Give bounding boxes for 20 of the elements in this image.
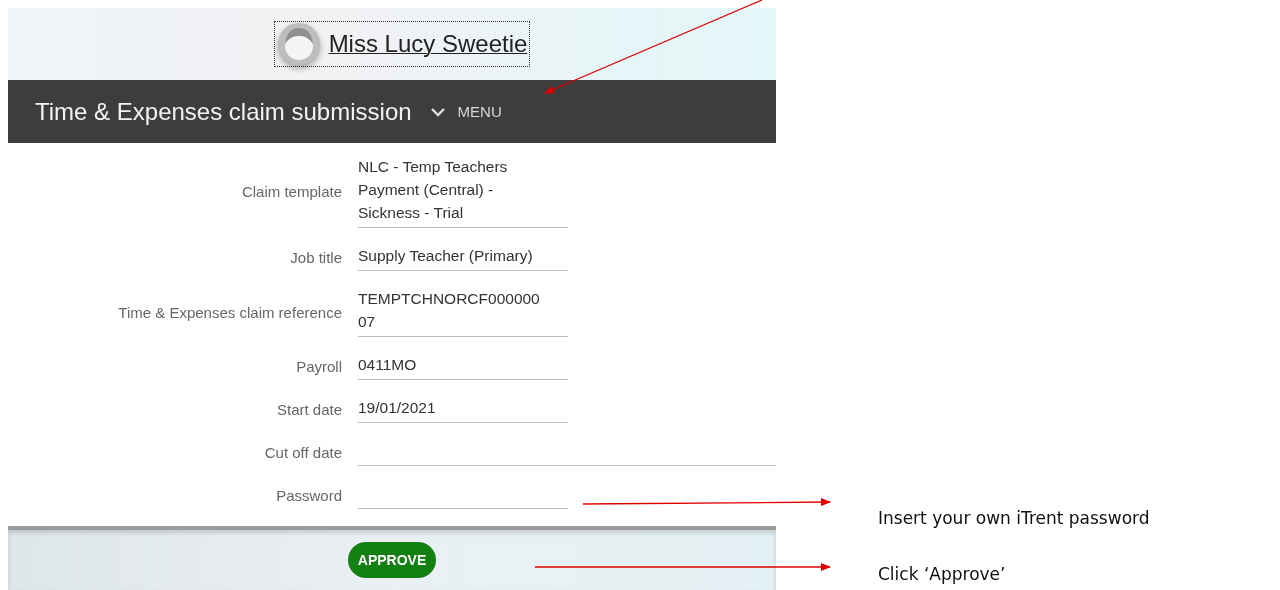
user-link[interactable]: Miss Lucy Sweetie bbox=[273, 21, 531, 67]
field-label: Time & Expenses claim reference bbox=[117, 303, 343, 321]
field-label: Claim template bbox=[240, 183, 343, 200]
avatar-icon bbox=[276, 22, 321, 66]
approve-button[interactable]: APPROVE bbox=[347, 542, 437, 578]
page-title: Time & Expenses claim submission bbox=[35, 97, 412, 126]
field-value: 19/01/2021 bbox=[358, 396, 568, 423]
field-value: TEMPTCHNORCF000000 07 bbox=[358, 287, 568, 337]
annotation-text: Insert your own iTrent password bbox=[878, 508, 1150, 528]
field-label: Cut off date bbox=[263, 444, 343, 461]
field-label: Payroll bbox=[295, 358, 343, 375]
field-value: 0411MO bbox=[358, 353, 568, 380]
field-label: Start date bbox=[275, 401, 343, 418]
field-label: Password bbox=[275, 487, 343, 504]
menu-button[interactable]: MENU bbox=[429, 103, 502, 120]
chevron-down-icon bbox=[429, 105, 446, 118]
field-value: Supply Teacher (Primary) bbox=[358, 244, 568, 271]
field-label: Job title bbox=[289, 249, 343, 266]
annotation-text: Click ‘Approve’ bbox=[878, 564, 1006, 584]
field-value: NLC - Temp Teachers Payment (Central) - Sickness - Trial bbox=[358, 155, 568, 228]
